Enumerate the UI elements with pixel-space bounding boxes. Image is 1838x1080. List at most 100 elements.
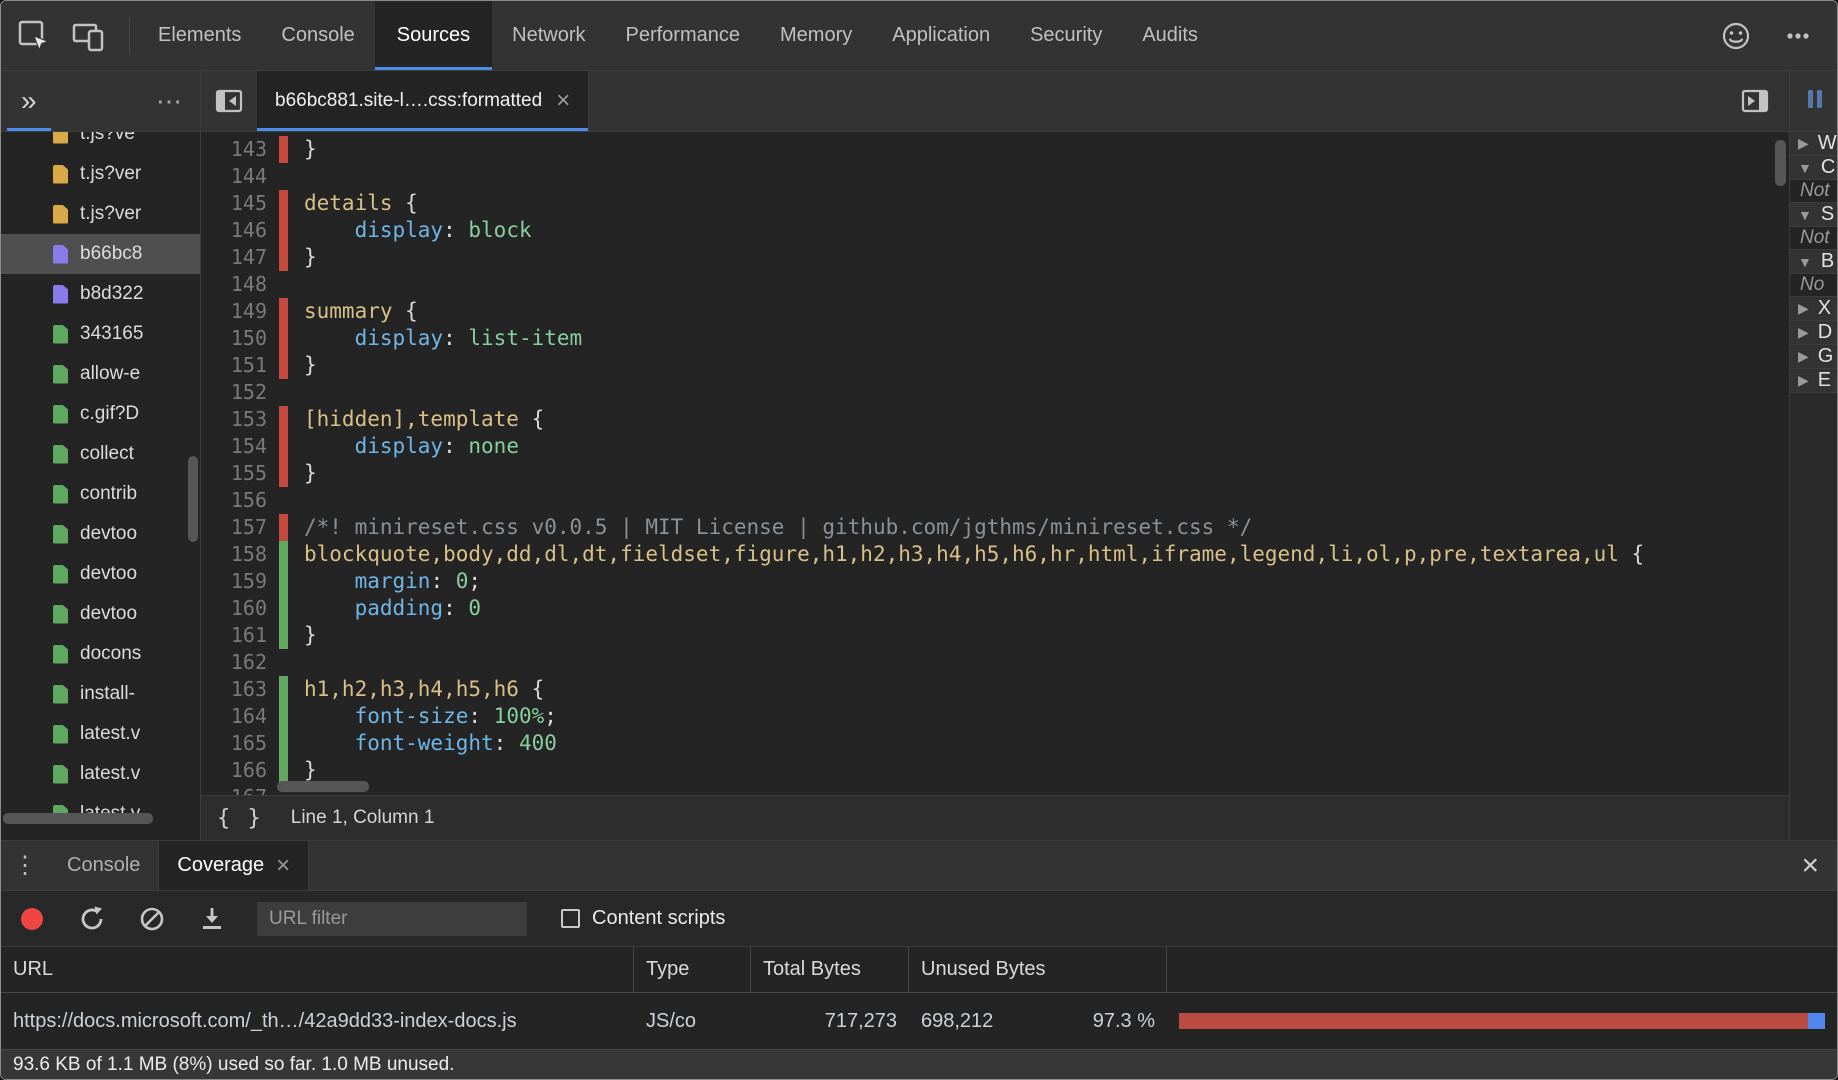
- line-number[interactable]: 156: [201, 487, 279, 514]
- navigator-vertical-scrollbar[interactable]: [188, 456, 198, 542]
- navigator-active-tab[interactable]: »: [7, 71, 51, 131]
- column-header-total-bytes[interactable]: Total Bytes: [751, 947, 909, 992]
- editor-horizontal-scrollbar[interactable]: [277, 781, 369, 792]
- file-name: c.gif?D: [80, 403, 139, 425]
- code-token: display: [355, 434, 444, 458]
- tab-application[interactable]: Application: [876, 1, 1006, 70]
- close-icon[interactable]: ×: [556, 89, 570, 113]
- line-number[interactable]: 152: [201, 379, 279, 406]
- line-number[interactable]: 153: [201, 406, 279, 433]
- export-button[interactable]: [197, 904, 227, 934]
- line-number[interactable]: 161: [201, 622, 279, 649]
- coverage-row[interactable]: https://docs.microsoft.com/_th…/42a9dd33…: [1, 993, 1837, 1049]
- debugger-section-header[interactable]: ▶D: [1790, 321, 1837, 345]
- url-filter-input[interactable]: [257, 902, 527, 936]
- drawer-tab-console[interactable]: Console: [49, 841, 158, 890]
- file-tree-item[interactable]: docons: [1, 634, 200, 674]
- line-number[interactable]: 146: [201, 217, 279, 244]
- code-text: blockquote,body,dd,dl,dt,fieldset,figure…: [288, 541, 1644, 568]
- hide-navigator-button[interactable]: [201, 71, 257, 131]
- line-number[interactable]: 166: [201, 757, 279, 784]
- line-number[interactable]: 150: [201, 325, 279, 352]
- main-menu-button[interactable]: [1775, 13, 1821, 59]
- file-tree-item[interactable]: devtoo: [1, 514, 200, 554]
- file-tree-item[interactable]: t.js?ver: [1, 154, 200, 194]
- open-right-panel-button[interactable]: [1727, 86, 1783, 116]
- debugger-section-header[interactable]: ▼B: [1790, 250, 1837, 274]
- file-tree-item[interactable]: 343165: [1, 314, 200, 354]
- drawer-menu-button[interactable]: ⋮: [1, 841, 49, 890]
- drawer-tab-coverage[interactable]: Coverage×: [158, 841, 309, 890]
- tab-network[interactable]: Network: [496, 1, 601, 70]
- line-number[interactable]: 160: [201, 595, 279, 622]
- file-tree-item[interactable]: collect: [1, 434, 200, 474]
- file-tree-item[interactable]: latest.v: [1, 754, 200, 794]
- content-scripts-checkbox[interactable]: [561, 909, 580, 928]
- line-number[interactable]: 163: [201, 676, 279, 703]
- file-tab[interactable]: b66bc881.site-l….css:formatted ×: [257, 71, 589, 131]
- file-tree-item[interactable]: devtoo: [1, 554, 200, 594]
- tab-security[interactable]: Security: [1014, 1, 1118, 70]
- drawer-close-button[interactable]: ×: [1801, 841, 1837, 890]
- line-number[interactable]: 143: [201, 136, 279, 163]
- file-tree-item[interactable]: b66bc8: [1, 234, 200, 274]
- navigator-horizontal-scrollbar[interactable]: [3, 813, 153, 824]
- tab-audits[interactable]: Audits: [1126, 1, 1214, 70]
- feedback-button[interactable]: [1713, 13, 1759, 59]
- tab-sources[interactable]: Sources: [375, 1, 492, 70]
- navigator-panel: » ⋯ t.js?vet.js?vert.js?verb66bc8b8d3223…: [1, 71, 201, 840]
- line-number[interactable]: 151: [201, 352, 279, 379]
- editor-vertical-scrollbar[interactable]: [1775, 140, 1786, 186]
- line-number[interactable]: 154: [201, 433, 279, 460]
- file-tree-item[interactable]: latest.v: [1, 714, 200, 754]
- line-number[interactable]: 167: [201, 784, 279, 795]
- line-number[interactable]: 159: [201, 568, 279, 595]
- debugger-section-header[interactable]: ▶W: [1790, 132, 1837, 156]
- coverage-table-body: https://docs.microsoft.com/_th…/42a9dd33…: [1, 993, 1837, 1049]
- pause-button[interactable]: [1802, 86, 1828, 117]
- device-toolbar-button[interactable]: [65, 13, 111, 59]
- tab-memory[interactable]: Memory: [764, 1, 868, 70]
- coverage-marker: [279, 379, 288, 406]
- line-number[interactable]: 145: [201, 190, 279, 217]
- debugger-section-header[interactable]: ▼S: [1790, 203, 1837, 227]
- line-number[interactable]: 147: [201, 244, 279, 271]
- debugger-section-header[interactable]: ▶G: [1790, 345, 1837, 369]
- line-number[interactable]: 164: [201, 703, 279, 730]
- column-header-unused-bytes[interactable]: Unused Bytes: [909, 947, 1167, 992]
- debugger-section-label: C: [1821, 156, 1835, 179]
- column-header-type[interactable]: Type: [634, 947, 751, 992]
- line-number[interactable]: 162: [201, 649, 279, 676]
- line-number[interactable]: 165: [201, 730, 279, 757]
- line-number[interactable]: 155: [201, 460, 279, 487]
- debugger-section-header[interactable]: ▶E: [1790, 369, 1837, 393]
- clear-button[interactable]: [137, 904, 167, 934]
- pretty-print-button[interactable]: { }: [217, 806, 263, 831]
- file-tree-item[interactable]: contrib: [1, 474, 200, 514]
- line-number[interactable]: 144: [201, 163, 279, 190]
- column-header-url[interactable]: URL: [1, 947, 634, 992]
- file-tree-item[interactable]: c.gif?D: [1, 394, 200, 434]
- code-editor[interactable]: 143}144145details {146 display: block147…: [201, 132, 1789, 795]
- debugger-section-header[interactable]: ▶X: [1790, 297, 1837, 321]
- file-tree-item[interactable]: t.js?ve: [1, 132, 200, 154]
- file-tree-item[interactable]: b8d322: [1, 274, 200, 314]
- tab-performance[interactable]: Performance: [610, 1, 757, 70]
- debugger-section-header[interactable]: ▼C: [1790, 156, 1837, 180]
- line-number[interactable]: 157: [201, 514, 279, 541]
- line-number[interactable]: 158: [201, 541, 279, 568]
- file-tree-item[interactable]: install-: [1, 674, 200, 714]
- navigator-overflow-menu-button[interactable]: ⋯: [144, 71, 194, 131]
- tab-console[interactable]: Console: [265, 1, 370, 70]
- tab-elements[interactable]: Elements: [142, 1, 257, 70]
- record-coverage-button[interactable]: [17, 904, 47, 934]
- file-tree-item[interactable]: allow-e: [1, 354, 200, 394]
- line-number[interactable]: 149: [201, 298, 279, 325]
- file-tree-item[interactable]: t.js?ver: [1, 194, 200, 234]
- inspect-element-button[interactable]: [11, 13, 57, 59]
- close-icon[interactable]: ×: [276, 854, 290, 878]
- line-number[interactable]: 148: [201, 271, 279, 298]
- file-tree-item[interactable]: devtoo: [1, 594, 200, 634]
- file-icon: [53, 685, 68, 704]
- reload-button[interactable]: [77, 904, 107, 934]
